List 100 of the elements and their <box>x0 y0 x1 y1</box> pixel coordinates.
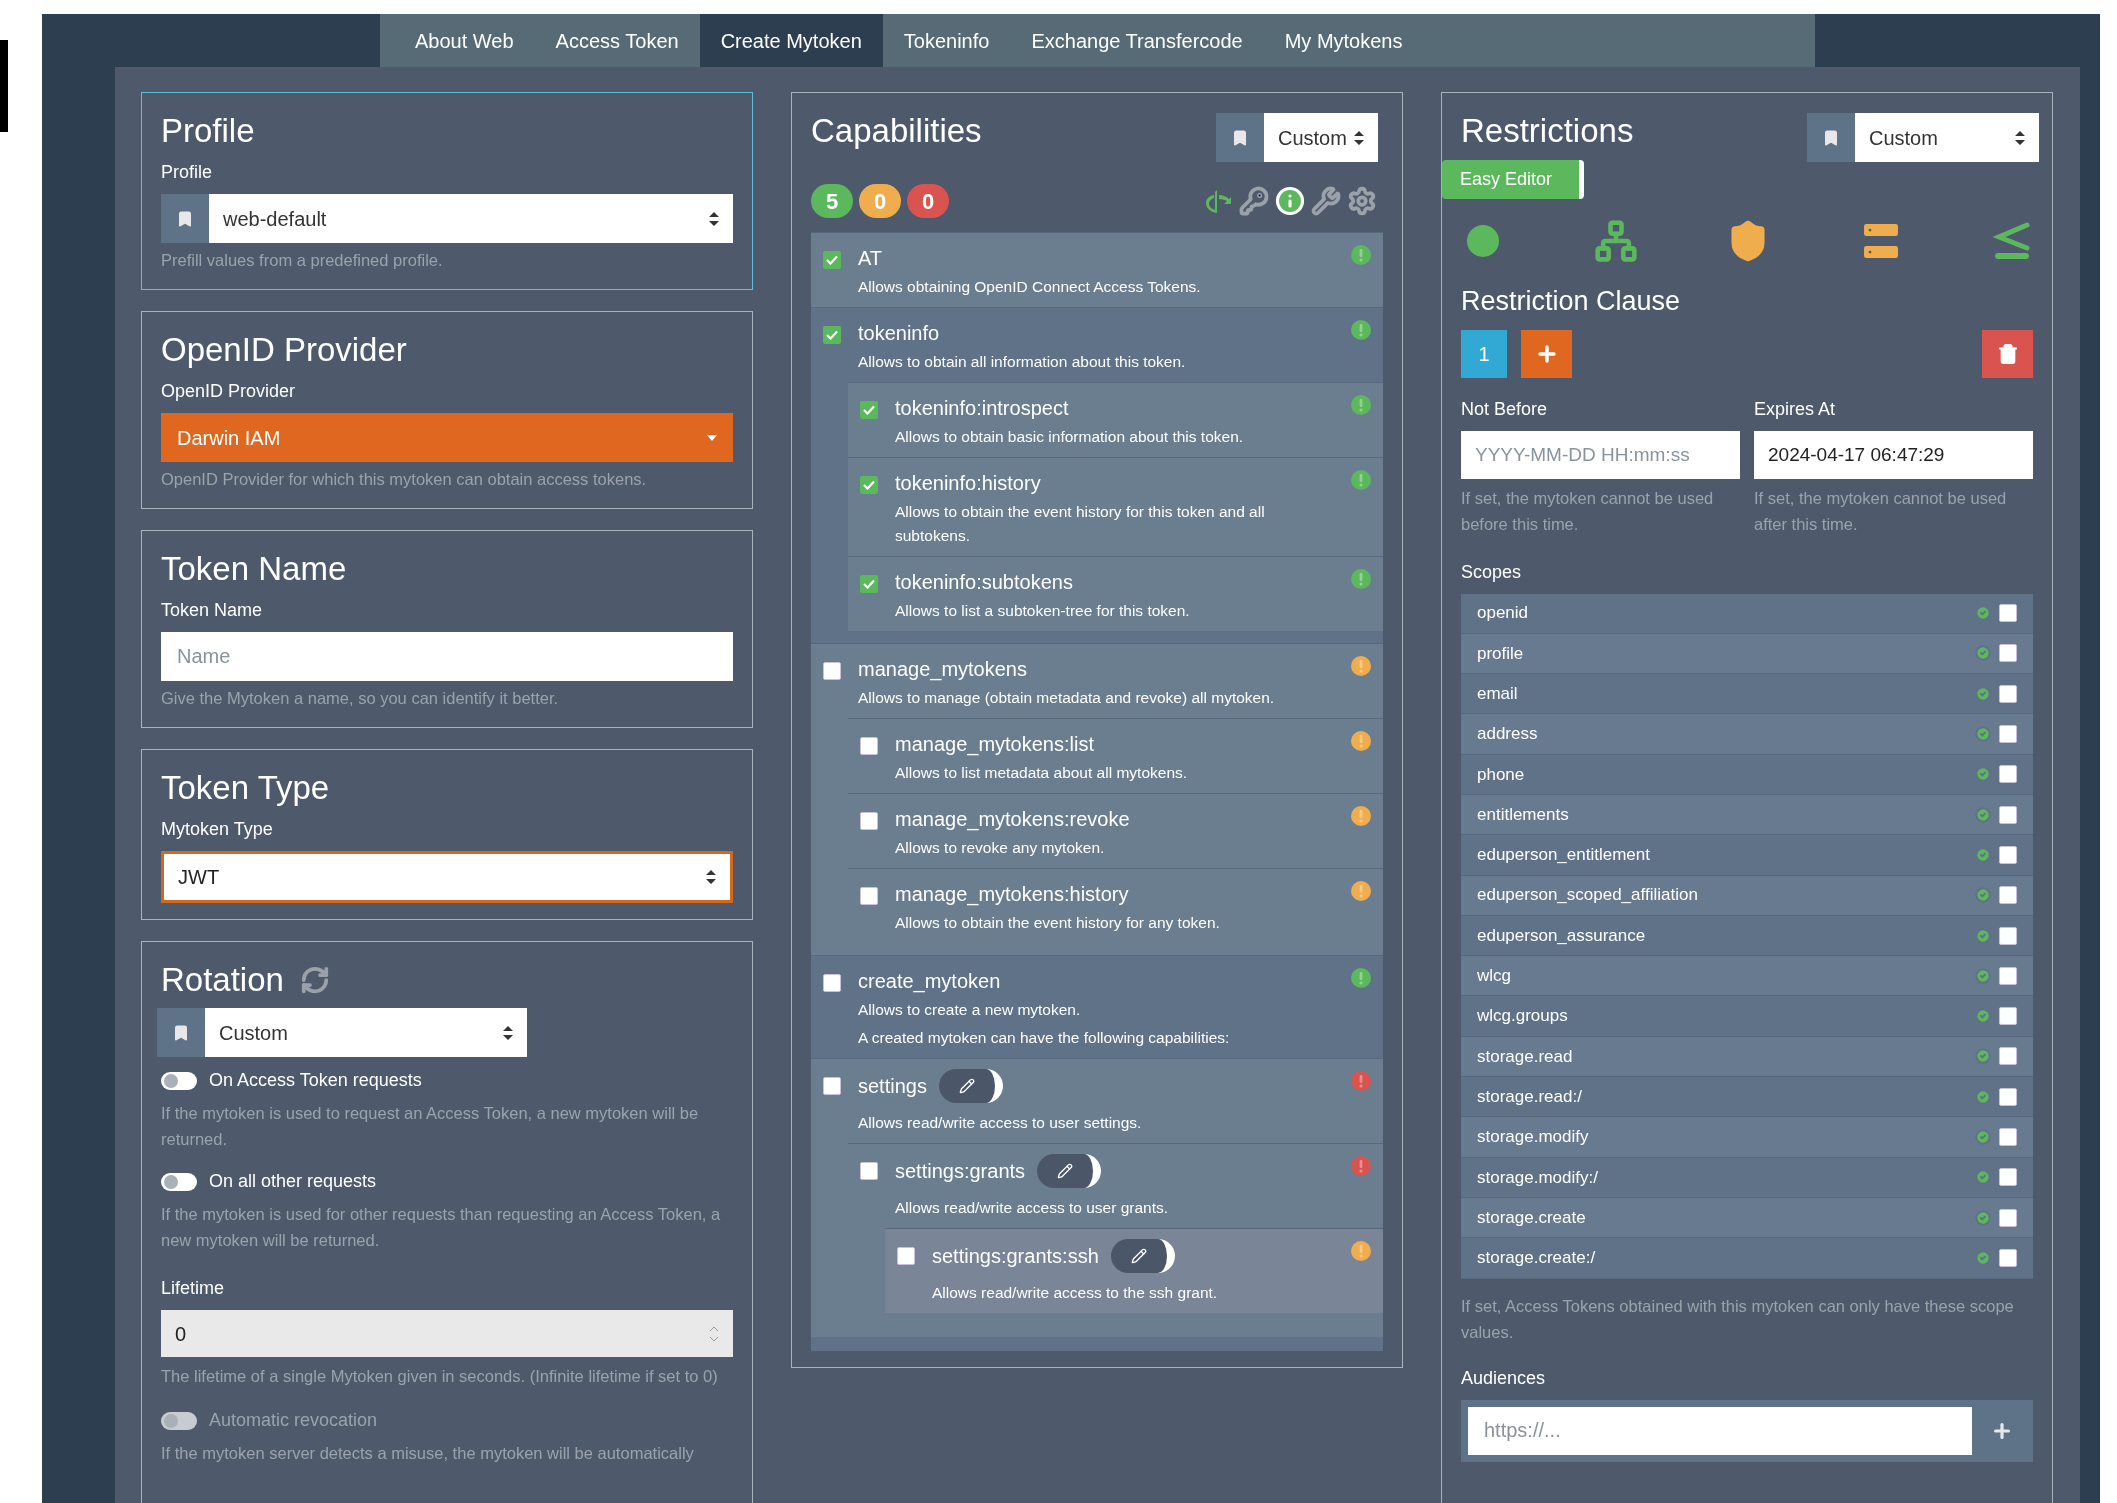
check-circle-icon <box>1975 1249 1991 1266</box>
scope-name: eduperson_scoped_affiliation <box>1477 884 1699 907</box>
check-circle-icon <box>1975 1169 1991 1186</box>
checkbox[interactable] <box>1999 765 2017 784</box>
check-circle-icon <box>1975 806 1991 823</box>
bookmark-icon <box>1231 128 1249 147</box>
scope-name: storage.read:/ <box>1477 1085 1583 1108</box>
select-arrows-icon <box>503 1025 513 1040</box>
checkbox[interactable] <box>1999 604 2017 623</box>
nav-tab[interactable]: Exchange Transfercode <box>1010 14 1264 67</box>
lifetime-input[interactable]: 0 <box>161 1310 733 1357</box>
bookmark-addon[interactable] <box>161 194 209 243</box>
capability-name: settings:grants <box>895 1159 1026 1184</box>
checkbox[interactable] <box>1999 684 2017 703</box>
delete-button[interactable] <box>1982 329 2033 378</box>
checkbox[interactable] <box>1999 1047 2017 1066</box>
capability-description: Allows to obtain the event history for this token and all subtokens. <box>895 502 1266 546</box>
capability-name: create_mytoken <box>858 969 1001 995</box>
help-text: If set, the mytoken cannot be used after this time. <box>1754 487 2008 535</box>
select-arrows-icon <box>2015 130 2025 145</box>
checkbox[interactable] <box>823 1077 841 1095</box>
scope-name: entitlements <box>1477 803 1570 826</box>
checkbox[interactable] <box>860 1162 878 1180</box>
checkbox[interactable] <box>897 1247 915 1265</box>
checkbox[interactable] <box>1999 644 2017 663</box>
checkbox[interactable] <box>1999 1128 2017 1146</box>
scope-name: storage.modify <box>1477 1126 1590 1149</box>
checkbox[interactable] <box>1999 805 2017 824</box>
check-circle-icon <box>1975 927 1991 944</box>
scope-name: storage.create:/ <box>1477 1247 1597 1270</box>
checkbox[interactable] <box>1999 886 2017 905</box>
checkbox[interactable] <box>860 737 878 755</box>
capability-description: Allows obtaining OpenID Connect Access Tokens. <box>858 277 1202 297</box>
select-arrows-icon <box>1354 130 1364 145</box>
checkbox[interactable] <box>860 401 878 419</box>
checkbox[interactable] <box>1999 1007 2017 1026</box>
checkbox[interactable] <box>1999 725 2017 744</box>
bookmark-addon[interactable] <box>157 1008 205 1057</box>
checkbox[interactable] <box>860 887 878 905</box>
nav-tab[interactable]: Create Mytoken <box>699 14 883 67</box>
capability-description: Allows to revoke any mytoken. <box>895 838 1106 858</box>
edit-button[interactable] <box>1037 1154 1102 1188</box>
card-title: Profile <box>161 111 256 151</box>
settings-icon <box>1347 186 1377 216</box>
add-clause-button[interactable] <box>1521 329 1572 378</box>
checkbox[interactable] <box>823 326 841 344</box>
bookmark-addon[interactable] <box>1216 113 1264 162</box>
help-text: Give the Mytoken a name, so you can identify it better. <box>161 688 560 709</box>
checkbox[interactable] <box>1999 1087 2017 1106</box>
template-select[interactable]: Custom <box>1855 113 2039 162</box>
pencil-icon <box>1057 1163 1074 1179</box>
nav-tab[interactable]: Tokeninfo <box>882 14 1011 67</box>
bookmark-icon <box>172 1023 190 1042</box>
expires-at-input[interactable]: 2024-04-17 06:47:29 <box>1754 430 2033 479</box>
nav-tab[interactable]: About Web <box>394 14 535 67</box>
scope-name: email <box>1477 683 1519 705</box>
toggle-switch[interactable] <box>161 1172 197 1191</box>
template-select[interactable]: web-default <box>209 194 733 243</box>
nav-tab[interactable]: My Mytokens <box>1263 14 1424 67</box>
template-select[interactable]: Custom <box>1264 113 1378 162</box>
capability-name: manage_mytokens:history <box>895 882 1129 908</box>
field-label: Mytoken Type <box>161 818 274 841</box>
checkbox[interactable] <box>1999 966 2017 985</box>
scope-name: storage.read <box>1477 1045 1574 1068</box>
capability-description: Allows to manage (obtain metadata and revoke) all mytoken. <box>858 688 1276 708</box>
capability-description: Allows to list a subtoken-tree for this token. <box>895 601 1191 621</box>
audience-input[interactable]: https://... <box>1468 1406 1972 1455</box>
edit-button[interactable] <box>1110 1239 1175 1273</box>
type-select[interactable]: JWT <box>161 851 733 903</box>
card-title: OpenID Provider <box>161 330 408 370</box>
checkbox[interactable] <box>860 476 878 494</box>
toggle-switch[interactable] <box>161 1071 197 1090</box>
checkbox[interactable] <box>1999 1248 2017 1267</box>
capability-description: Allows to obtain all information about this token. <box>858 352 1187 372</box>
checkbox[interactable] <box>1999 926 2017 945</box>
checkbox[interactable] <box>1999 1168 2017 1187</box>
field-label: Profile <box>161 161 214 184</box>
nav-tab[interactable]: Access Token <box>534 14 700 67</box>
checkbox[interactable] <box>1999 1208 2017 1227</box>
capability-description: Allows to list metadata about all mytokens. <box>895 763 1189 783</box>
checkbox[interactable] <box>860 812 878 830</box>
checkbox[interactable] <box>823 662 841 680</box>
checkbox[interactable] <box>823 974 841 992</box>
trash-icon <box>1996 342 2019 365</box>
spinner-icon <box>709 1324 719 1343</box>
checkbox[interactable] <box>823 251 841 269</box>
checkbox[interactable] <box>1999 845 2017 864</box>
name-input[interactable]: Name <box>161 632 733 681</box>
scope-name: eduperson_entitlement <box>1477 844 1651 867</box>
checkbox[interactable] <box>860 575 878 593</box>
toggle-label: Automatic revocation <box>209 1409 378 1432</box>
template-select[interactable]: Custom <box>205 1008 527 1057</box>
capability-name: tokeninfo:history <box>895 471 1041 496</box>
bookmark-addon[interactable] <box>1807 113 1855 162</box>
capability-description: Allows read/write access to user grants. <box>895 1198 1170 1218</box>
card-title: Rotation <box>161 960 284 1000</box>
card-title: Token Type <box>161 768 331 808</box>
not-before-input[interactable]: YYYY-MM-DD HH:mm:ss <box>1461 430 1740 479</box>
input-value: 0 <box>175 1321 187 1347</box>
edit-button[interactable] <box>938 1069 1003 1103</box>
